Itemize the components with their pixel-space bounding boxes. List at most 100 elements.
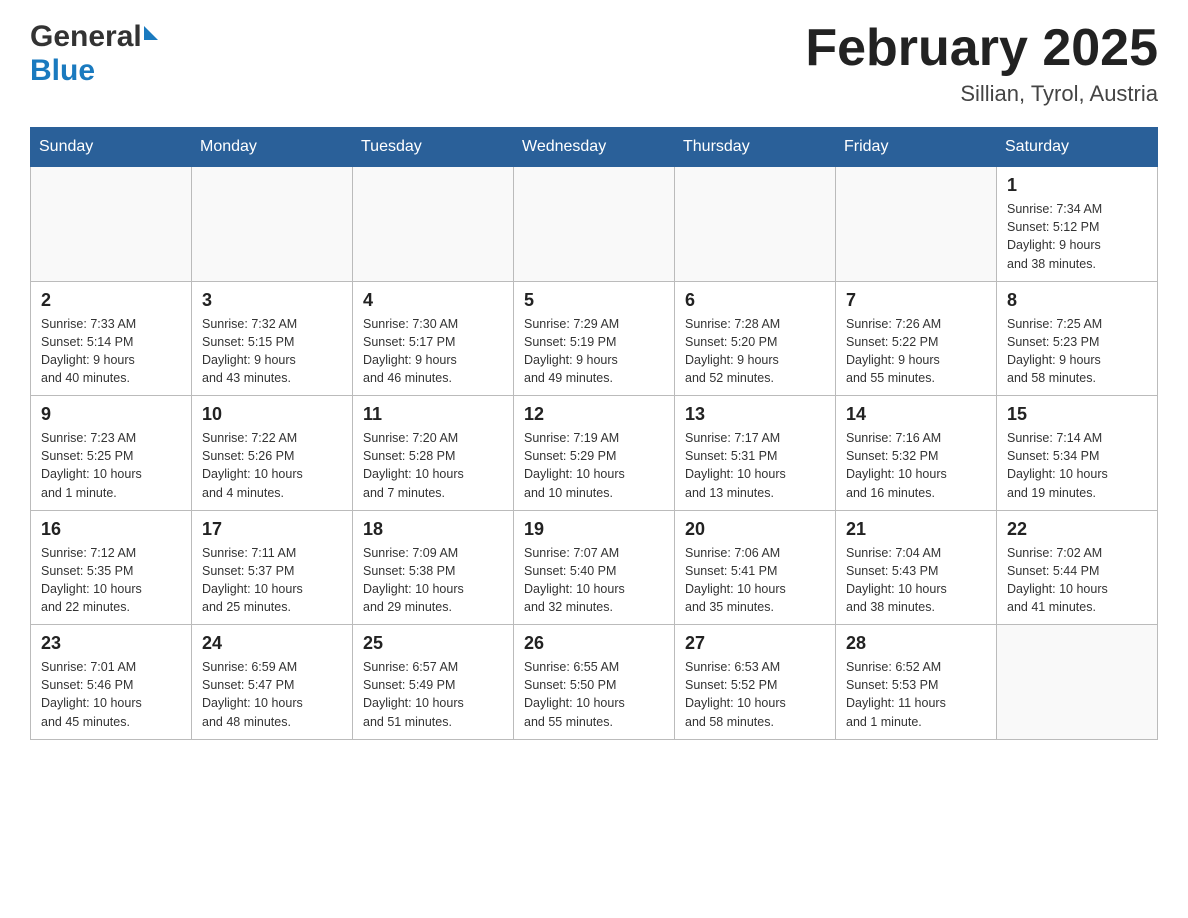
day-info: Sunrise: 7:26 AM Sunset: 5:22 PM Dayligh… <box>846 315 986 388</box>
day-info: Sunrise: 7:34 AM Sunset: 5:12 PM Dayligh… <box>1007 200 1147 273</box>
calendar-cell <box>31 167 192 282</box>
day-number: 1 <box>1007 175 1147 196</box>
location-title: Sillian, Tyrol, Austria <box>805 81 1158 107</box>
day-info: Sunrise: 7:01 AM Sunset: 5:46 PM Dayligh… <box>41 658 181 731</box>
day-number: 11 <box>363 404 503 425</box>
logo-arrow-icon <box>144 26 158 40</box>
calendar-cell <box>675 167 836 282</box>
weekday-header-wednesday: Wednesday <box>514 128 675 167</box>
day-number: 21 <box>846 519 986 540</box>
day-info: Sunrise: 7:11 AM Sunset: 5:37 PM Dayligh… <box>202 544 342 617</box>
calendar-cell: 20 Sunrise: 7:06 AM Sunset: 5:41 PM Dayli… <box>675 510 836 625</box>
calendar-cell: 17Sunrise: 7:11 AM Sunset: 5:37 PM Dayli… <box>192 510 353 625</box>
day-number: 28 <box>846 633 986 654</box>
day-number: 22 <box>1007 519 1147 540</box>
day-info: Sunrise: 7:06 AM Sunset: 5:41 PM Dayligh… <box>685 544 825 617</box>
calendar-table: SundayMondayTuesdayWednesdayThursdayFrid… <box>30 127 1158 740</box>
day-number: 20 <box>685 519 825 540</box>
calendar-cell: 18 Sunrise: 7:09 AM Sunset: 5:38 PM Dayli… <box>353 510 514 625</box>
day-number: 2 <box>41 290 181 311</box>
day-info: Sunrise: 7:14 AM Sunset: 5:34 PM Dayligh… <box>1007 429 1147 502</box>
calendar-cell <box>997 625 1158 740</box>
day-number: 24 <box>202 633 342 654</box>
calendar-cell: 27 Sunrise: 6:53 AM Sunset: 5:52 PM Dayli… <box>675 625 836 740</box>
calendar-cell <box>836 167 997 282</box>
calendar-cell: 28 Sunrise: 6:52 AM Sunset: 5:53 PM Dayli… <box>836 625 997 740</box>
day-info: Sunrise: 7:20 AM Sunset: 5:28 PM Dayligh… <box>363 429 503 502</box>
day-info: Sunrise: 7:12 AM Sunset: 5:35 PM Dayligh… <box>41 544 181 617</box>
calendar-cell: 7 Sunrise: 7:26 AM Sunset: 5:22 PM Daylig… <box>836 281 997 396</box>
calendar-cell: 13 Sunrise: 7:17 AM Sunset: 5:31 PM Dayli… <box>675 396 836 511</box>
month-title: February 2025 <box>805 20 1158 77</box>
calendar-cell: 24 Sunrise: 6:59 AM Sunset: 5:47 PM Dayli… <box>192 625 353 740</box>
calendar-cell: 23 Sunrise: 7:01 AM Sunset: 5:46 PM Dayli… <box>31 625 192 740</box>
calendar-cell: 26Sunrise: 6:55 AM Sunset: 5:50 PM Dayli… <box>514 625 675 740</box>
day-info: Sunrise: 6:57 AM Sunset: 5:49 PM Dayligh… <box>363 658 503 731</box>
calendar-cell: 25 Sunrise: 6:57 AM Sunset: 5:49 PM Dayli… <box>353 625 514 740</box>
calendar-week-row: 16 Sunrise: 7:12 AM Sunset: 5:35 PM Dayli… <box>31 510 1158 625</box>
day-info: Sunrise: 7:19 AM Sunset: 5:29 PM Dayligh… <box>524 429 664 502</box>
day-number: 23 <box>41 633 181 654</box>
day-info: Sunrise: 7:09 AM Sunset: 5:38 PM Dayligh… <box>363 544 503 617</box>
calendar-week-row: 2Sunrise: 7:33 AM Sunset: 5:14 PM Daylig… <box>31 281 1158 396</box>
day-number: 4 <box>363 290 503 311</box>
day-number: 3 <box>202 290 342 311</box>
weekday-header-tuesday: Tuesday <box>353 128 514 167</box>
day-info: Sunrise: 6:53 AM Sunset: 5:52 PM Dayligh… <box>685 658 825 731</box>
day-info: Sunrise: 7:02 AM Sunset: 5:44 PM Dayligh… <box>1007 544 1147 617</box>
calendar-cell <box>514 167 675 282</box>
calendar-cell <box>192 167 353 282</box>
calendar-cell: 6 Sunrise: 7:28 AM Sunset: 5:20 PM Daylig… <box>675 281 836 396</box>
weekday-header-thursday: Thursday <box>675 128 836 167</box>
day-number: 18 <box>363 519 503 540</box>
calendar-cell: 14Sunrise: 7:16 AM Sunset: 5:32 PM Dayli… <box>836 396 997 511</box>
day-number: 27 <box>685 633 825 654</box>
day-info: Sunrise: 6:59 AM Sunset: 5:47 PM Dayligh… <box>202 658 342 731</box>
day-info: Sunrise: 6:52 AM Sunset: 5:53 PM Dayligh… <box>846 658 986 731</box>
calendar-cell: 2Sunrise: 7:33 AM Sunset: 5:14 PM Daylig… <box>31 281 192 396</box>
logo: General Blue <box>30 20 158 88</box>
day-number: 10 <box>202 404 342 425</box>
calendar-cell: 19 Sunrise: 7:07 AM Sunset: 5:40 PM Dayli… <box>514 510 675 625</box>
calendar-cell: 5 Sunrise: 7:29 AM Sunset: 5:19 PM Daylig… <box>514 281 675 396</box>
day-info: Sunrise: 7:28 AM Sunset: 5:20 PM Dayligh… <box>685 315 825 388</box>
calendar-cell: 8Sunrise: 7:25 AM Sunset: 5:23 PM Daylig… <box>997 281 1158 396</box>
calendar-cell: 9 Sunrise: 7:23 AM Sunset: 5:25 PM Daylig… <box>31 396 192 511</box>
page-header: General Blue February 2025 Sillian, Tyro… <box>30 20 1158 107</box>
day-info: Sunrise: 7:32 AM Sunset: 5:15 PM Dayligh… <box>202 315 342 388</box>
weekday-header-row: SundayMondayTuesdayWednesdayThursdayFrid… <box>31 128 1158 167</box>
day-info: Sunrise: 7:23 AM Sunset: 5:25 PM Dayligh… <box>41 429 181 502</box>
calendar-cell: 12 Sunrise: 7:19 AM Sunset: 5:29 PM Dayli… <box>514 396 675 511</box>
day-number: 16 <box>41 519 181 540</box>
day-number: 26 <box>524 633 664 654</box>
day-number: 5 <box>524 290 664 311</box>
calendar-week-row: 23 Sunrise: 7:01 AM Sunset: 5:46 PM Dayli… <box>31 625 1158 740</box>
weekday-header-sunday: Sunday <box>31 128 192 167</box>
day-number: 19 <box>524 519 664 540</box>
day-info: Sunrise: 7:17 AM Sunset: 5:31 PM Dayligh… <box>685 429 825 502</box>
weekday-header-monday: Monday <box>192 128 353 167</box>
weekday-header-friday: Friday <box>836 128 997 167</box>
day-info: Sunrise: 7:04 AM Sunset: 5:43 PM Dayligh… <box>846 544 986 617</box>
day-number: 15 <box>1007 404 1147 425</box>
weekday-header-saturday: Saturday <box>997 128 1158 167</box>
day-number: 25 <box>363 633 503 654</box>
day-info: Sunrise: 7:22 AM Sunset: 5:26 PM Dayligh… <box>202 429 342 502</box>
day-number: 7 <box>846 290 986 311</box>
calendar-cell <box>353 167 514 282</box>
calendar-cell: 1 Sunrise: 7:34 AM Sunset: 5:12 PM Daylig… <box>997 167 1158 282</box>
logo-blue-text: Blue <box>30 54 95 87</box>
calendar-cell: 21 Sunrise: 7:04 AM Sunset: 5:43 PM Dayli… <box>836 510 997 625</box>
day-number: 14 <box>846 404 986 425</box>
calendar-week-row: 9 Sunrise: 7:23 AM Sunset: 5:25 PM Daylig… <box>31 396 1158 511</box>
day-number: 6 <box>685 290 825 311</box>
calendar-cell: 16 Sunrise: 7:12 AM Sunset: 5:35 PM Dayli… <box>31 510 192 625</box>
day-number: 8 <box>1007 290 1147 311</box>
day-number: 12 <box>524 404 664 425</box>
day-number: 9 <box>41 404 181 425</box>
day-info: Sunrise: 7:30 AM Sunset: 5:17 PM Dayligh… <box>363 315 503 388</box>
day-info: Sunrise: 7:29 AM Sunset: 5:19 PM Dayligh… <box>524 315 664 388</box>
day-info: Sunrise: 7:07 AM Sunset: 5:40 PM Dayligh… <box>524 544 664 617</box>
day-number: 13 <box>685 404 825 425</box>
title-section: February 2025 Sillian, Tyrol, Austria <box>805 20 1158 107</box>
